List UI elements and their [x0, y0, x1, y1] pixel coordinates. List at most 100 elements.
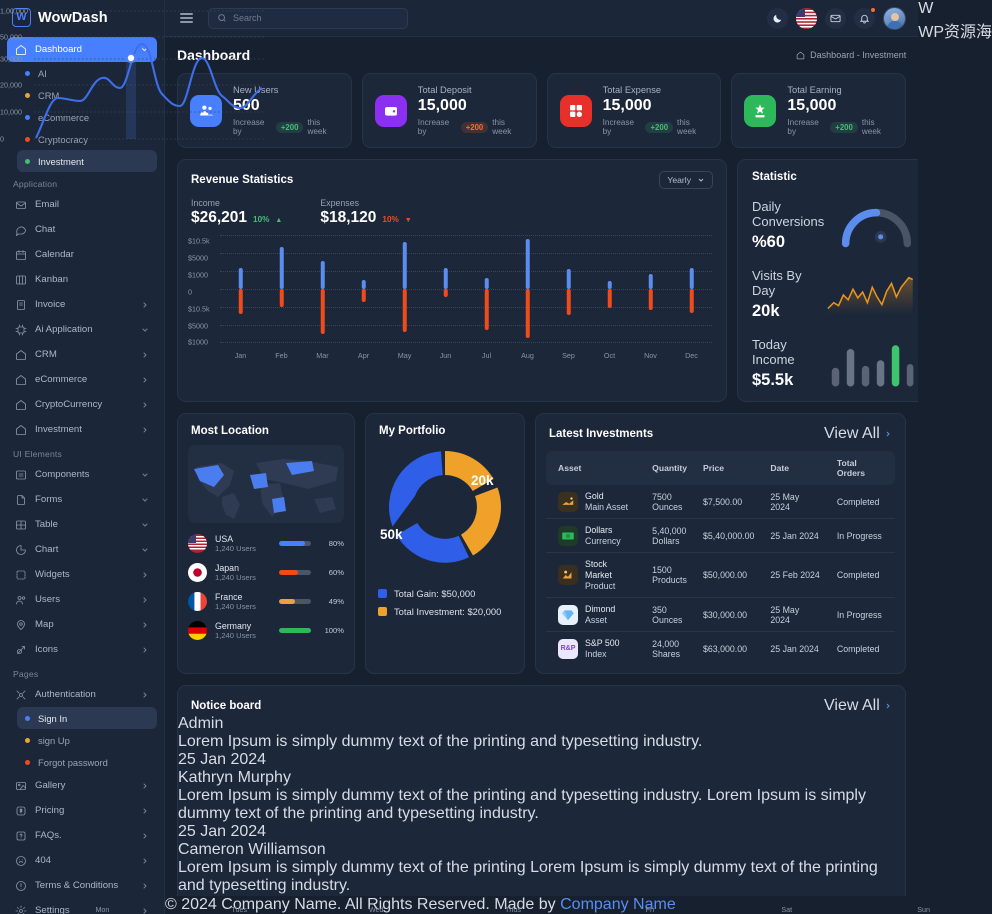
watermark: W WP资源海 [918, 0, 992, 914]
sidebar-item-label: Ai Application [35, 324, 93, 335]
sidebar-item-table[interactable]: Table [7, 512, 157, 537]
sidebar-item-ecommerce[interactable]: eCommerce [7, 367, 157, 392]
sidebar-item-kanban[interactable]: Kanban [7, 267, 157, 292]
asset-subtitle: Index [585, 649, 607, 660]
sidebar-item-404[interactable]: 404 [7, 848, 157, 873]
asset-subtitle: Product [585, 581, 616, 592]
stat-card-prefix: Increase by [787, 118, 819, 137]
date-value: 25 May 2024 [762, 597, 829, 633]
sidebar-item-chart[interactable]: Chart [7, 537, 157, 562]
table-row[interactable]: Dollars Currency 5,40,000 Dollars $5,40,000.… [546, 518, 896, 554]
content: Dashboard Dashboard - Investment New Use… [0, 7, 930, 914]
sidebar-item-gallery[interactable]: Gallery [7, 773, 157, 798]
world-map-svg [194, 459, 338, 520]
sidebar-item-label: Email [35, 199, 59, 210]
date-value: 25 Jan 2024 [770, 643, 819, 654]
sidebar-subitem-forgot-password[interactable]: Forgot password [17, 751, 157, 773]
stat-card-chip: +200 [830, 121, 858, 133]
expense-icon [559, 94, 592, 127]
stat-card-title: Total Deposit [417, 85, 472, 95]
table-column-header: Price [695, 451, 763, 486]
location-row: France 1,240 Users 49% [178, 587, 354, 616]
sidebar-item-crm[interactable]: CRM [7, 342, 157, 367]
bullet-icon [25, 114, 30, 120]
sidebar-item-label: CRM [35, 349, 57, 360]
flag-us-icon[interactable] [796, 7, 818, 29]
sidebar-item-authentication[interactable]: Authentication [7, 682, 157, 707]
sidebar-item-label: Forms [35, 494, 63, 505]
sidebar-item-label: Invoice [35, 299, 66, 310]
sidebar-item-map[interactable]: Map [7, 612, 157, 637]
notice-view-all-link[interactable]: View All [824, 697, 892, 715]
legend-swatch [378, 589, 387, 599]
sidebar-item-faqs[interactable]: FAQs. [7, 823, 157, 848]
revenue-range-select[interactable]: Yearly [659, 171, 713, 190]
stat-value: $5.5k [752, 371, 794, 390]
bell-icon[interactable] [854, 6, 877, 29]
bar-income [361, 280, 366, 289]
table-row[interactable]: Dimond Asset 350 Ounces $30,000.00 25 May 202… [546, 597, 896, 633]
mail-icon[interactable] [825, 7, 847, 29]
quantity-unit: Shares [652, 648, 681, 659]
table-body: Gold Main Asset 7500 Ounces $7,500.00 25 May … [546, 485, 896, 665]
stat-card-total-expense[interactable]: Total Expense 15,000 Increase by +200 this w… [546, 73, 722, 149]
stat-card-chip: +200 [645, 121, 674, 133]
sidebar-item-label: Calendar [35, 249, 74, 260]
sidebar-item-chat[interactable]: Chat [7, 217, 157, 242]
location-percent: 100% [324, 626, 344, 636]
stat-card-suffix: this week [861, 118, 881, 137]
sidebar-item-email[interactable]: Email [7, 192, 157, 217]
gauge-chart [842, 208, 912, 248]
location-users: 1,240 Users [215, 631, 256, 641]
users-icon [15, 594, 27, 606]
avatar[interactable] [883, 6, 907, 30]
legend-label: Total Investment: $20,000 [394, 606, 502, 618]
sidebar-item-label: Terms & Conditions [35, 880, 119, 891]
sidebar-item-ai-application[interactable]: Ai Application [7, 317, 157, 342]
sidebar-item-terms-conditions[interactable]: Terms & Conditions [7, 873, 157, 898]
x-axis-label: Feb [275, 351, 288, 361]
most-location-title: Most Location [191, 425, 269, 438]
sidebar-item-pricing[interactable]: Pricing [7, 798, 157, 823]
calendar-icon [15, 249, 27, 261]
sidebar-item-users[interactable]: Users [7, 587, 157, 612]
investments-view-all-link[interactable]: View All [824, 425, 892, 443]
sidebar-subitem-sign-in[interactable]: Sign In [17, 707, 157, 729]
sidebar-subitem-investment[interactable]: Investment [17, 150, 157, 172]
stat-label: Daily Conversions [752, 199, 825, 230]
home-icon [15, 399, 27, 411]
sidebar-item-invoice[interactable]: Invoice [7, 292, 157, 317]
date-value: 25 May 2024 [762, 485, 829, 520]
statistic-row-conversions: Daily Conversions %60 [752, 199, 914, 252]
sparkline-chart [826, 276, 913, 315]
location-progress-bar [279, 599, 311, 605]
sidebar-item-cryptocurrency[interactable]: CryptoCurrency [7, 392, 157, 417]
table-row[interactable]: Stock Market Product 1500 Products $50,000.0… [546, 552, 896, 599]
x-axis-labels: Jan Feb Mar Apr May Jun Jul Aug Sep Oct Nov Dec [220, 351, 712, 360]
sidebar-subitem-sign-up[interactable]: sign Up [17, 729, 157, 751]
breadcrumb[interactable]: Dashboard - Investment [796, 50, 906, 60]
stat-card-total-earning[interactable]: Total Earning 15,000 Increase by +200 this w… [731, 73, 907, 149]
table-row[interactable]: Gold Main Asset 7500 Ounces $7,500.00 25 May … [546, 485, 896, 520]
table-row[interactable]: R&P S&P 500 Index 24,000 Shares $63,000.00 25 … [546, 632, 895, 665]
sidebar-item-forms[interactable]: Forms [7, 487, 157, 512]
bar-income [402, 242, 407, 289]
sidebar-item-widgets[interactable]: Widgets [7, 562, 157, 587]
sidebar-item-components[interactable]: Components [7, 462, 157, 487]
stat-card-total-deposit[interactable]: Total Deposit 15,000 Increase by +200 this w… [361, 73, 537, 149]
location-progress-bar [279, 628, 311, 634]
price-value: $50,000.00 [695, 552, 763, 599]
sidebar-item-icons[interactable]: Icons [7, 637, 157, 662]
y-axis-label: $10.5k [188, 304, 210, 314]
asset-subtitle: Currency [585, 536, 621, 547]
bar-group [630, 235, 671, 342]
donut-label-inner: 50k [380, 527, 403, 543]
topbar: Search [165, 0, 919, 37]
x-axis-label: Mar [316, 351, 329, 361]
bar-expense [443, 288, 448, 298]
bar-group [589, 235, 630, 342]
sidebar-item-investment[interactable]: Investment [7, 417, 157, 442]
moon-icon[interactable] [767, 7, 789, 29]
sidebar-item-calendar[interactable]: Calendar [7, 242, 157, 267]
sidebar-item-label: Investment [35, 424, 82, 435]
